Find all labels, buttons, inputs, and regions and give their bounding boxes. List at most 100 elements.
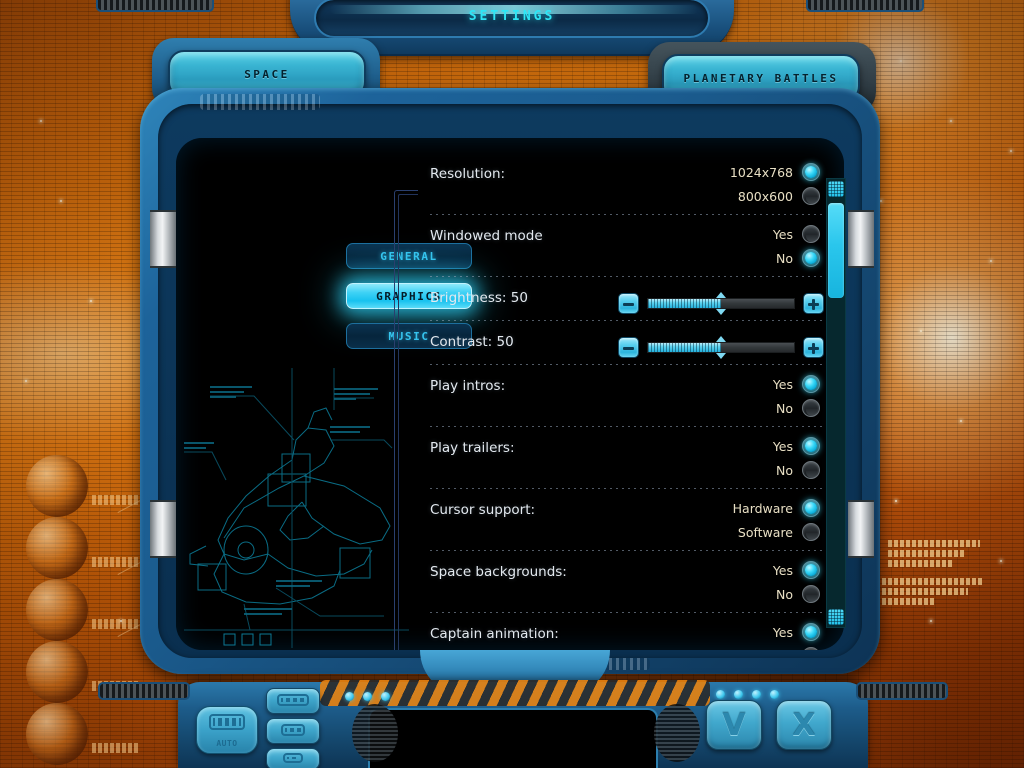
hazard-strip [320, 680, 710, 706]
speed-button-medium[interactable] [266, 718, 320, 744]
row-divider [430, 364, 826, 365]
brightness-knob-bottom[interactable] [716, 309, 726, 315]
brightness-knob-top[interactable] [716, 292, 726, 298]
radio-option[interactable]: Yes [610, 434, 820, 458]
contrast-knob-bottom[interactable] [716, 353, 726, 359]
row-divider [430, 488, 826, 489]
settings-screen: SETTINGS SPACE PLANETARY BATTLES GENERAL… [0, 0, 1024, 768]
setting-row-brightness: Brightness: 50 [394, 276, 826, 320]
radio-button[interactable] [802, 523, 820, 541]
radio-option[interactable]: No [610, 458, 820, 482]
scroll-up-icon[interactable] [828, 181, 844, 197]
radio-option[interactable]: 800x600 [610, 184, 820, 208]
setting-label: Play trailers: [430, 440, 515, 456]
setting-label: Play intros: [430, 378, 506, 394]
row-divider [430, 276, 826, 277]
radio-option-label: Yes [772, 376, 793, 392]
setting-row-space-backgrounds: Space backgrounds: Yes No [394, 550, 826, 612]
speed-button-high[interactable] [266, 688, 320, 714]
panel-hinge-right-bottom [848, 500, 874, 558]
radio-button[interactable] [802, 585, 820, 603]
background-text-line [888, 550, 966, 557]
radio-option[interactable]: No [610, 396, 820, 420]
radio-option[interactable]: Yes [610, 372, 820, 396]
radio-option[interactable]: Yes [610, 558, 820, 582]
background-text-line [882, 588, 968, 595]
ship-blueprint-decoration [184, 368, 409, 648]
radio-button-selected[interactable] [802, 499, 820, 517]
coil-bottom-left [352, 704, 398, 762]
radio-group-play-intros: Yes No [610, 372, 820, 420]
contrast-increment-button[interactable] [803, 337, 824, 358]
settings-scrollbar[interactable] [826, 178, 846, 628]
radio-option-label: Software [737, 524, 793, 540]
scroll-down-icon[interactable] [828, 609, 844, 625]
coil-bottom-right [654, 704, 700, 762]
radio-button[interactable] [802, 399, 820, 417]
setting-label: Resolution: [430, 166, 506, 182]
speed-bars-medium [281, 724, 305, 736]
background-text-line [882, 598, 936, 605]
radio-button-selected[interactable] [802, 375, 820, 393]
radio-option[interactable]: Yes [610, 222, 820, 246]
slider-brightness[interactable] [618, 292, 824, 315]
panel-hinge-right-top [848, 210, 874, 268]
cancel-button[interactable]: X [776, 700, 832, 750]
radio-option[interactable]: No [610, 246, 820, 270]
radio-option[interactable]: Yes [610, 620, 820, 644]
brightness-decrement-button[interactable] [618, 293, 639, 314]
confirm-button[interactable]: V [706, 700, 762, 750]
setting-label: Captain animation: [430, 626, 559, 642]
scrollbar-thumb[interactable] [828, 203, 844, 298]
row-divider [430, 550, 826, 551]
status-led [345, 692, 354, 701]
radio-option[interactable] [610, 644, 820, 650]
status-led [734, 690, 743, 699]
row-divider [430, 612, 826, 613]
radio-button-selected[interactable] [802, 249, 820, 267]
setting-label: Windowed mode [430, 228, 543, 244]
vent-grille-bottom-right [856, 682, 948, 700]
radio-option-label: No [776, 462, 793, 478]
radio-button-selected[interactable] [802, 561, 820, 579]
speed-auto-button[interactable]: AUTO [196, 706, 258, 754]
radio-option-label: No [776, 586, 793, 602]
radio-button-selected[interactable] [802, 437, 820, 455]
speed-bars-high [277, 694, 309, 706]
radio-option[interactable]: Software [610, 520, 820, 544]
setting-label: Cursor support: [430, 502, 536, 518]
radio-button[interactable] [802, 461, 820, 479]
contrast-decrement-button[interactable] [618, 337, 639, 358]
auto-label: AUTO [216, 739, 238, 748]
row-divider [430, 214, 826, 215]
radio-button[interactable] [802, 647, 820, 650]
contrast-track[interactable] [647, 336, 795, 359]
title-plate: SETTINGS [314, 0, 710, 38]
radio-option-label: Yes [772, 562, 793, 578]
radio-option[interactable]: Hardware [610, 496, 820, 520]
radio-button-selected[interactable] [802, 623, 820, 641]
setting-row-windowed-mode: Windowed mode Yes No [394, 214, 826, 276]
setting-row-play-trailers: Play trailers: Yes No [394, 426, 826, 488]
background-text-line [888, 560, 952, 567]
bottom-display-screen [368, 708, 658, 768]
radio-group-play-trailers: Yes No [610, 434, 820, 482]
radio-option-label: Hardware [732, 500, 793, 516]
setting-row-contrast: Contrast: 50 [394, 320, 826, 364]
status-led [770, 690, 779, 699]
speed-button-low[interactable] [266, 748, 320, 768]
slider-contrast[interactable] [618, 336, 824, 359]
radio-button[interactable] [802, 225, 820, 243]
brightness-track[interactable] [647, 292, 795, 315]
radio-button[interactable] [802, 187, 820, 205]
status-led [752, 690, 761, 699]
radio-button-selected[interactable] [802, 163, 820, 181]
radio-option[interactable]: No [610, 582, 820, 606]
radio-option-label: 1024x768 [729, 164, 793, 180]
panel-hinge-left-top [150, 210, 176, 268]
brightness-increment-button[interactable] [803, 293, 824, 314]
settings-screen-content: GENERAL GRAPHICS MUSIC Resolution: 1024x… [176, 138, 844, 650]
radio-option-label: Yes [772, 226, 793, 242]
contrast-knob-top[interactable] [716, 336, 726, 342]
radio-option[interactable]: 1024x768 [610, 160, 820, 184]
